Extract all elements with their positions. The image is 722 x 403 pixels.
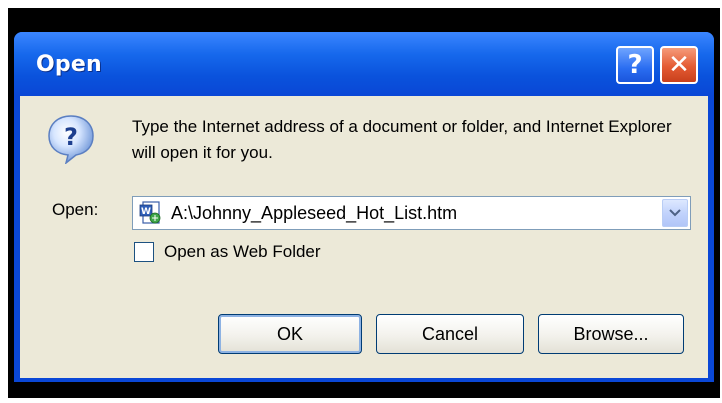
svg-text:W: W xyxy=(141,207,151,217)
question-icon: ? xyxy=(48,115,94,164)
ok-button[interactable]: OK xyxy=(218,314,362,354)
open-dialog: Open ? ✕ ? Type the Internet address of … xyxy=(14,32,714,382)
chevron-down-icon xyxy=(669,209,681,217)
window-title: Open xyxy=(36,52,102,77)
address-combobox[interactable]: W A:\Johnny_Appleseed_Hot_List.htm xyxy=(132,196,691,230)
word-document-icon: W xyxy=(139,201,161,224)
open-label: Open: xyxy=(52,200,99,219)
screenshot-frame: Open ? ✕ ? Type the Internet address of … xyxy=(0,0,722,403)
close-button[interactable]: ✕ xyxy=(660,46,698,84)
browse-button[interactable]: Browse... xyxy=(538,314,684,354)
help-button[interactable]: ? xyxy=(616,46,654,84)
title-bar[interactable]: Open ? ✕ xyxy=(14,32,714,96)
open-as-web-folder-label[interactable]: Open as Web Folder xyxy=(164,242,321,262)
dialog-message: Type the Internet address of a document … xyxy=(132,117,672,162)
svg-text:?: ? xyxy=(64,123,78,151)
cancel-button[interactable]: Cancel xyxy=(376,314,524,354)
dropdown-button[interactable] xyxy=(662,199,688,227)
address-input[interactable]: A:\Johnny_Appleseed_Hot_List.htm xyxy=(171,203,457,224)
dialog-body: ? Type the Internet address of a documen… xyxy=(20,96,708,378)
open-as-web-folder-checkbox[interactable] xyxy=(134,242,154,262)
